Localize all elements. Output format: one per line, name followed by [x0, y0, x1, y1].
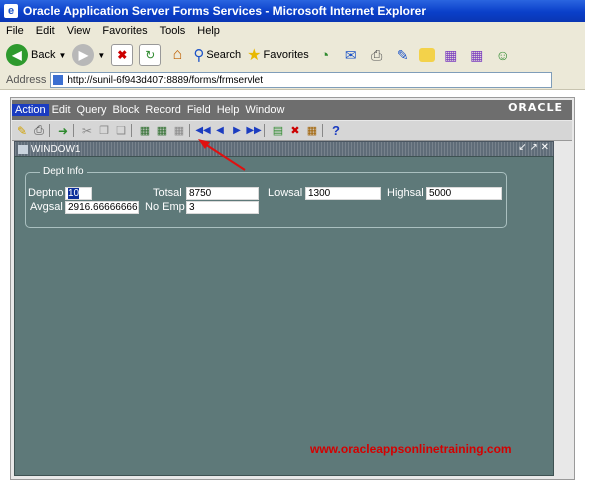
- annotation-arrow: [198, 139, 246, 171]
- arrow-head: [198, 139, 210, 149]
- arrow-line: [204, 143, 246, 171]
